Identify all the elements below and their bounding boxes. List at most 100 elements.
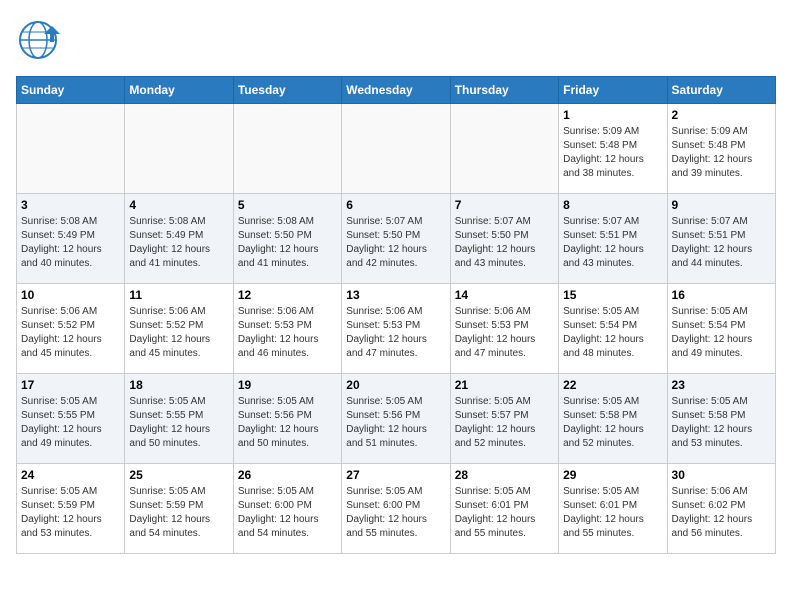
day-info: Sunrise: 5:05 AMSunset: 5:54 PMDaylight:…: [672, 305, 771, 361]
day-info: Sunrise: 5:05 AMSunset: 5:57 PMDaylight:…: [455, 395, 554, 451]
calendar-cell: [450, 104, 558, 194]
logo-icon: [16, 16, 64, 64]
day-number: 8: [563, 198, 662, 212]
day-number: 18: [129, 378, 228, 392]
weekday-header-monday: Monday: [125, 77, 233, 104]
calendar-cell: 28Sunrise: 5:05 AMSunset: 6:01 PMDayligh…: [450, 464, 558, 554]
calendar-cell: 8 Sunrise: 5:07 AMSunset: 5:51 PMDaylight…: [559, 194, 667, 284]
calendar-cell: 29 Sunrise: 5:05 AMSunset: 6:01 PMDayligh…: [559, 464, 667, 554]
day-number: 28: [455, 468, 554, 482]
calendar-cell: 18 Sunrise: 5:05 AMSunset: 5:55 PMDayligh…: [125, 374, 233, 464]
day-number: 26: [238, 468, 337, 482]
calendar-table: SundayMondayTuesdayWednesdayThursdayFrid…: [16, 76, 776, 554]
calendar-cell: 11 Sunrise: 5:06 AMSunset: 5:52 PMDayligh…: [125, 284, 233, 374]
calendar-cell: [17, 104, 125, 194]
day-info: Sunrise: 5:06 AMSunset: 5:53 PMDaylight:…: [455, 305, 554, 361]
calendar-cell: 13 Sunrise: 5:06 AMSunset: 5:53 PMDayligh…: [342, 284, 450, 374]
calendar-cell: 22 Sunrise: 5:05 AMSunset: 5:58 PMDayligh…: [559, 374, 667, 464]
day-info: Sunrise: 5:05 AMSunset: 5:58 PMDaylight:…: [563, 395, 662, 451]
day-info: Sunrise: 5:06 AMSunset: 5:53 PMDaylight:…: [238, 305, 337, 361]
day-number: 14: [455, 288, 554, 302]
calendar-cell: 19 Sunrise: 5:05 AMSunset: 5:56 PMDayligh…: [233, 374, 341, 464]
logo: [16, 16, 64, 64]
weekday-header-friday: Friday: [559, 77, 667, 104]
calendar-cell: 25 Sunrise: 5:05 AMSunset: 5:59 PMDayligh…: [125, 464, 233, 554]
calendar-cell: 10Sunrise: 5:06 AMSunset: 5:52 PMDayligh…: [17, 284, 125, 374]
day-number: 11: [129, 288, 228, 302]
day-info: Sunrise: 5:06 AMSunset: 5:53 PMDaylight:…: [346, 305, 445, 361]
day-info: Sunrise: 5:05 AMSunset: 5:54 PMDaylight:…: [563, 305, 662, 361]
day-number: 19: [238, 378, 337, 392]
calendar-cell: 14 Sunrise: 5:06 AMSunset: 5:53 PMDayligh…: [450, 284, 558, 374]
day-info: Sunrise: 5:07 AMSunset: 5:51 PMDaylight:…: [563, 215, 662, 271]
day-info: Sunrise: 5:08 AMSunset: 5:49 PMDaylight:…: [21, 215, 120, 271]
calendar-cell: 16 Sunrise: 5:05 AMSunset: 5:54 PMDayligh…: [667, 284, 775, 374]
day-info: Sunrise: 5:08 AMSunset: 5:50 PMDaylight:…: [238, 215, 337, 271]
day-number: 10: [21, 288, 120, 302]
day-info: Sunrise: 5:05 AMSunset: 5:55 PMDaylight:…: [21, 395, 120, 451]
calendar-cell: [125, 104, 233, 194]
day-number: 15: [563, 288, 662, 302]
day-number: 7: [455, 198, 554, 212]
day-info: Sunrise: 5:06 AMSunset: 6:02 PMDaylight:…: [672, 485, 771, 541]
calendar-cell: 6 Sunrise: 5:07 AMSunset: 5:50 PMDaylight…: [342, 194, 450, 284]
day-info: Sunrise: 5:09 AMSunset: 5:48 PMDaylight:…: [563, 125, 662, 181]
day-number: 16: [672, 288, 771, 302]
weekday-header-tuesday: Tuesday: [233, 77, 341, 104]
day-number: 24: [21, 468, 120, 482]
calendar-week-5: 24 Sunrise: 5:05 AMSunset: 5:59 PMDayligh…: [17, 464, 776, 554]
day-info: Sunrise: 5:05 AMSunset: 5:59 PMDaylight:…: [21, 485, 120, 541]
day-number: 25: [129, 468, 228, 482]
day-number: 21: [455, 378, 554, 392]
day-number: 27: [346, 468, 445, 482]
weekday-header-sunday: Sunday: [17, 77, 125, 104]
calendar-cell: 12Sunrise: 5:06 AMSunset: 5:53 PMDayligh…: [233, 284, 341, 374]
day-number: 13: [346, 288, 445, 302]
calendar-week-2: 3 Sunrise: 5:08 AMSunset: 5:49 PMDaylight…: [17, 194, 776, 284]
day-info: Sunrise: 5:05 AMSunset: 5:58 PMDaylight:…: [672, 395, 771, 451]
day-info: Sunrise: 5:06 AMSunset: 5:52 PMDaylight:…: [129, 305, 228, 361]
day-info: Sunrise: 5:07 AMSunset: 5:50 PMDaylight:…: [455, 215, 554, 271]
calendar-cell: 26 Sunrise: 5:05 AMSunset: 6:00 PMDayligh…: [233, 464, 341, 554]
day-info: Sunrise: 5:05 AMSunset: 6:01 PMDaylight:…: [563, 485, 662, 541]
day-number: 1: [563, 108, 662, 122]
day-info: Sunrise: 5:08 AMSunset: 5:49 PMDaylight:…: [129, 215, 228, 271]
calendar-cell: 23 Sunrise: 5:05 AMSunset: 5:58 PMDayligh…: [667, 374, 775, 464]
calendar-cell: [342, 104, 450, 194]
day-info: Sunrise: 5:05 AMSunset: 5:59 PMDaylight:…: [129, 485, 228, 541]
calendar-cell: 15 Sunrise: 5:05 AMSunset: 5:54 PMDayligh…: [559, 284, 667, 374]
calendar-week-4: 17 Sunrise: 5:05 AMSunset: 5:55 PMDayligh…: [17, 374, 776, 464]
calendar-cell: 2 Sunrise: 5:09 AMSunset: 5:48 PMDaylight…: [667, 104, 775, 194]
calendar-week-1: 1 Sunrise: 5:09 AMSunset: 5:48 PMDaylight…: [17, 104, 776, 194]
day-number: 6: [346, 198, 445, 212]
day-number: 20: [346, 378, 445, 392]
calendar-header-row: SundayMondayTuesdayWednesdayThursdayFrid…: [17, 77, 776, 104]
day-number: 2: [672, 108, 771, 122]
calendar-cell: [233, 104, 341, 194]
day-number: 22: [563, 378, 662, 392]
day-info: Sunrise: 5:07 AMSunset: 5:50 PMDaylight:…: [346, 215, 445, 271]
day-info: Sunrise: 5:07 AMSunset: 5:51 PMDaylight:…: [672, 215, 771, 271]
day-number: 17: [21, 378, 120, 392]
calendar-cell: 20 Sunrise: 5:05 AMSunset: 5:56 PMDayligh…: [342, 374, 450, 464]
weekday-header-wednesday: Wednesday: [342, 77, 450, 104]
day-info: Sunrise: 5:05 AMSunset: 6:00 PMDaylight:…: [346, 485, 445, 541]
calendar-cell: 4Sunrise: 5:08 AMSunset: 5:49 PMDaylight…: [125, 194, 233, 284]
day-info: Sunrise: 5:09 AMSunset: 5:48 PMDaylight:…: [672, 125, 771, 181]
calendar-cell: 1 Sunrise: 5:09 AMSunset: 5:48 PMDaylight…: [559, 104, 667, 194]
day-number: 3: [21, 198, 120, 212]
day-number: 9: [672, 198, 771, 212]
calendar-cell: 27 Sunrise: 5:05 AMSunset: 6:00 PMDayligh…: [342, 464, 450, 554]
day-info: Sunrise: 5:05 AMSunset: 5:56 PMDaylight:…: [238, 395, 337, 451]
weekday-header-thursday: Thursday: [450, 77, 558, 104]
day-info: Sunrise: 5:05 AMSunset: 5:55 PMDaylight:…: [129, 395, 228, 451]
calendar-cell: 21 Sunrise: 5:05 AMSunset: 5:57 PMDayligh…: [450, 374, 558, 464]
day-info: Sunrise: 5:05 AMSunset: 6:00 PMDaylight:…: [238, 485, 337, 541]
day-number: 30: [672, 468, 771, 482]
page-header: [16, 16, 776, 64]
day-number: 23: [672, 378, 771, 392]
day-number: 29: [563, 468, 662, 482]
calendar-cell: 24 Sunrise: 5:05 AMSunset: 5:59 PMDayligh…: [17, 464, 125, 554]
day-info: Sunrise: 5:05 AMSunset: 5:56 PMDaylight:…: [346, 395, 445, 451]
calendar-cell: 9 Sunrise: 5:07 AMSunset: 5:51 PMDaylight…: [667, 194, 775, 284]
